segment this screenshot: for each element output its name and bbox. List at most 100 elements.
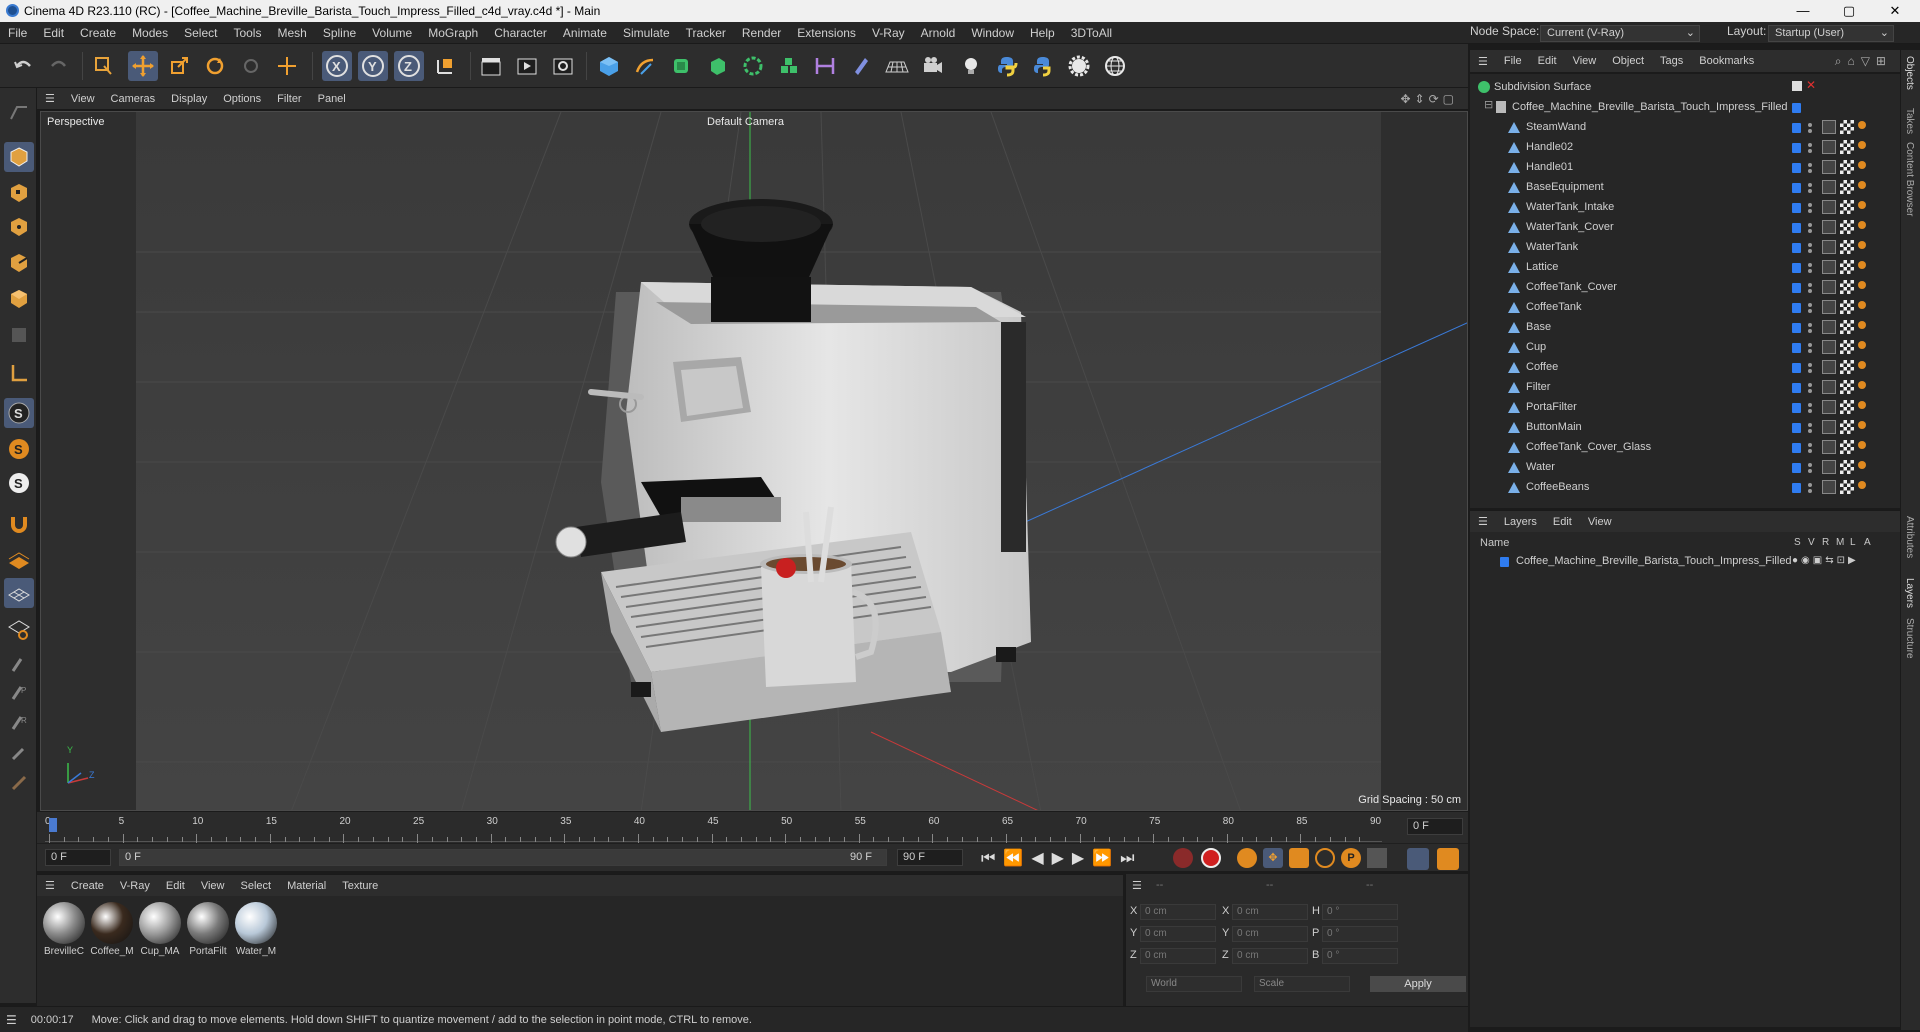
object-row[interactable]: WaterTank_Cover (1470, 218, 1900, 238)
live-selection-button[interactable] (88, 51, 118, 81)
layer-color-icon[interactable] (1792, 403, 1801, 413)
texture-tag-icon[interactable] (1822, 200, 1836, 214)
coordinate-value-field[interactable]: 0 ° (1322, 904, 1398, 920)
object-row-group[interactable]: ⊟ Coffee_Machine_Breville_Barista_Touch_… (1470, 98, 1900, 118)
material-tag-icon[interactable] (1858, 181, 1866, 189)
paint-p-button[interactable]: P (4, 678, 34, 708)
render-visibility-dot[interactable] (1808, 229, 1812, 233)
material-menu-texture[interactable]: Texture (334, 880, 386, 892)
object-row[interactable]: SteamWand (1470, 118, 1900, 138)
render-visibility-dot[interactable] (1808, 289, 1812, 293)
tab-takes[interactable]: Takes (1904, 108, 1915, 134)
menu-render[interactable]: Render (734, 26, 789, 40)
menu-select[interactable]: Select (176, 26, 225, 40)
render-region-button[interactable] (476, 51, 506, 81)
texture-tag-icon[interactable] (1822, 160, 1836, 174)
texture-tag-icon[interactable] (1822, 280, 1836, 294)
texture-tag-icon[interactable] (1822, 220, 1836, 234)
render-view-button[interactable] (512, 51, 542, 81)
material-menu-edit[interactable]: Edit (158, 880, 193, 892)
timeline-playhead[interactable] (49, 818, 57, 832)
tab-layers[interactable]: Layers (1904, 578, 1915, 608)
menu-window[interactable]: Window (963, 26, 1022, 40)
material-tag-icon[interactable] (1858, 361, 1866, 369)
checkbox-enabled-icon[interactable] (1792, 81, 1802, 91)
python-button[interactable] (992, 51, 1022, 81)
render-visibility-dot[interactable] (1808, 249, 1812, 253)
subdivision-surface-button[interactable] (666, 51, 696, 81)
material-tag-icon[interactable] (1858, 241, 1866, 249)
camera-button[interactable] (918, 51, 948, 81)
editor-visibility-dot[interactable] (1808, 203, 1812, 207)
coordinate-system-button[interactable] (430, 51, 460, 81)
checker-tag-icon[interactable] (1840, 400, 1854, 414)
tab-attributes[interactable]: Attributes (1904, 516, 1915, 558)
object-menu-edit[interactable]: Edit (1530, 55, 1565, 67)
uv-mode-button[interactable] (4, 320, 34, 350)
checker-tag-icon[interactable] (1840, 240, 1854, 254)
snap-settings-button[interactable]: S (4, 434, 34, 464)
editor-visibility-dot[interactable] (1808, 483, 1812, 487)
texture-tag-icon[interactable] (1822, 480, 1836, 494)
object-row[interactable]: Handle01 (1470, 158, 1900, 178)
material-swatch[interactable]: Coffee_M (89, 902, 135, 957)
hamburger-icon[interactable]: ☰ (1470, 55, 1496, 68)
playback-controls[interactable]: ⏮⏪◀▶▶⏩⏭ (981, 848, 1143, 868)
object-row[interactable]: Filter (1470, 378, 1900, 398)
object-row[interactable]: Handle02 (1470, 138, 1900, 158)
texture-tag-icon[interactable] (1822, 320, 1836, 334)
layer-color-icon[interactable] (1792, 283, 1801, 293)
render-visibility-dot[interactable] (1808, 489, 1812, 493)
render-settings-button[interactable] (548, 51, 578, 81)
material-swatch[interactable]: Cup_MA (137, 902, 183, 957)
texture-tag-icon[interactable] (1822, 140, 1836, 154)
film-strip-icon[interactable] (1437, 848, 1459, 870)
hamburger-icon[interactable]: ☰ (6, 1013, 17, 1027)
coordinate-value-field[interactable]: 0 ° (1322, 948, 1398, 964)
menu-spline[interactable]: Spline (315, 26, 364, 40)
menu-extensions[interactable]: Extensions (789, 26, 864, 40)
object-row[interactable]: PortaFilter (1470, 398, 1900, 418)
layer-color-icon[interactable] (1792, 263, 1801, 273)
checker-tag-icon[interactable] (1840, 480, 1854, 494)
render-visibility-dot[interactable] (1808, 169, 1812, 173)
texture-tag-icon[interactable] (1822, 420, 1836, 434)
layer-color-icon[interactable] (1792, 183, 1801, 193)
editor-visibility-dot[interactable] (1808, 163, 1812, 167)
object-row[interactable]: Lattice (1470, 258, 1900, 278)
layer-menu-view[interactable]: View (1580, 516, 1620, 528)
checker-tag-icon[interactable] (1840, 140, 1854, 154)
material-tag-icon[interactable] (1858, 201, 1866, 209)
checker-tag-icon[interactable] (1840, 460, 1854, 474)
menu-file[interactable]: File (0, 26, 35, 40)
material-menu-material[interactable]: Material (279, 880, 334, 892)
checker-tag-icon[interactable] (1840, 360, 1854, 374)
render-visibility-dot[interactable] (1808, 389, 1812, 393)
editor-visibility-dot[interactable] (1808, 343, 1812, 347)
menu-simulate[interactable]: Simulate (615, 26, 678, 40)
tab-objects[interactable]: Objects (1904, 56, 1915, 90)
apply-button[interactable]: Apply (1370, 976, 1466, 992)
floor-button[interactable] (882, 51, 912, 81)
checker-tag-icon[interactable] (1840, 340, 1854, 354)
coordinate-space-dropdown[interactable]: World (1146, 976, 1242, 992)
object-menu-file[interactable]: File (1496, 55, 1530, 67)
recent-tool-button[interactable] (236, 51, 266, 81)
snap-button[interactable]: S (4, 398, 34, 428)
maximize-button[interactable]: ▢ (1826, 0, 1872, 22)
checker-tag-icon[interactable] (1840, 280, 1854, 294)
grid-workplane-button[interactable] (4, 578, 34, 608)
python-script-button[interactable] (1028, 51, 1058, 81)
object-row[interactable]: CoffeeTank (1470, 298, 1900, 318)
coordinate-value-field[interactable]: 0 ° (1322, 926, 1398, 942)
object-row-root[interactable]: Subdivision Surface ✕ (1470, 78, 1900, 98)
render-visibility-dot[interactable] (1808, 309, 1812, 313)
material-tag-icon[interactable] (1858, 221, 1866, 229)
editor-visibility-dot[interactable] (1808, 363, 1812, 367)
layer-color-icon[interactable] (1792, 143, 1801, 153)
texture-tag-icon[interactable] (1822, 400, 1836, 414)
material-tag-icon[interactable] (1858, 421, 1866, 429)
render-visibility-dot[interactable] (1808, 369, 1812, 373)
key-rotation-icon[interactable] (1315, 848, 1335, 868)
menu-tools[interactable]: Tools (225, 26, 269, 40)
